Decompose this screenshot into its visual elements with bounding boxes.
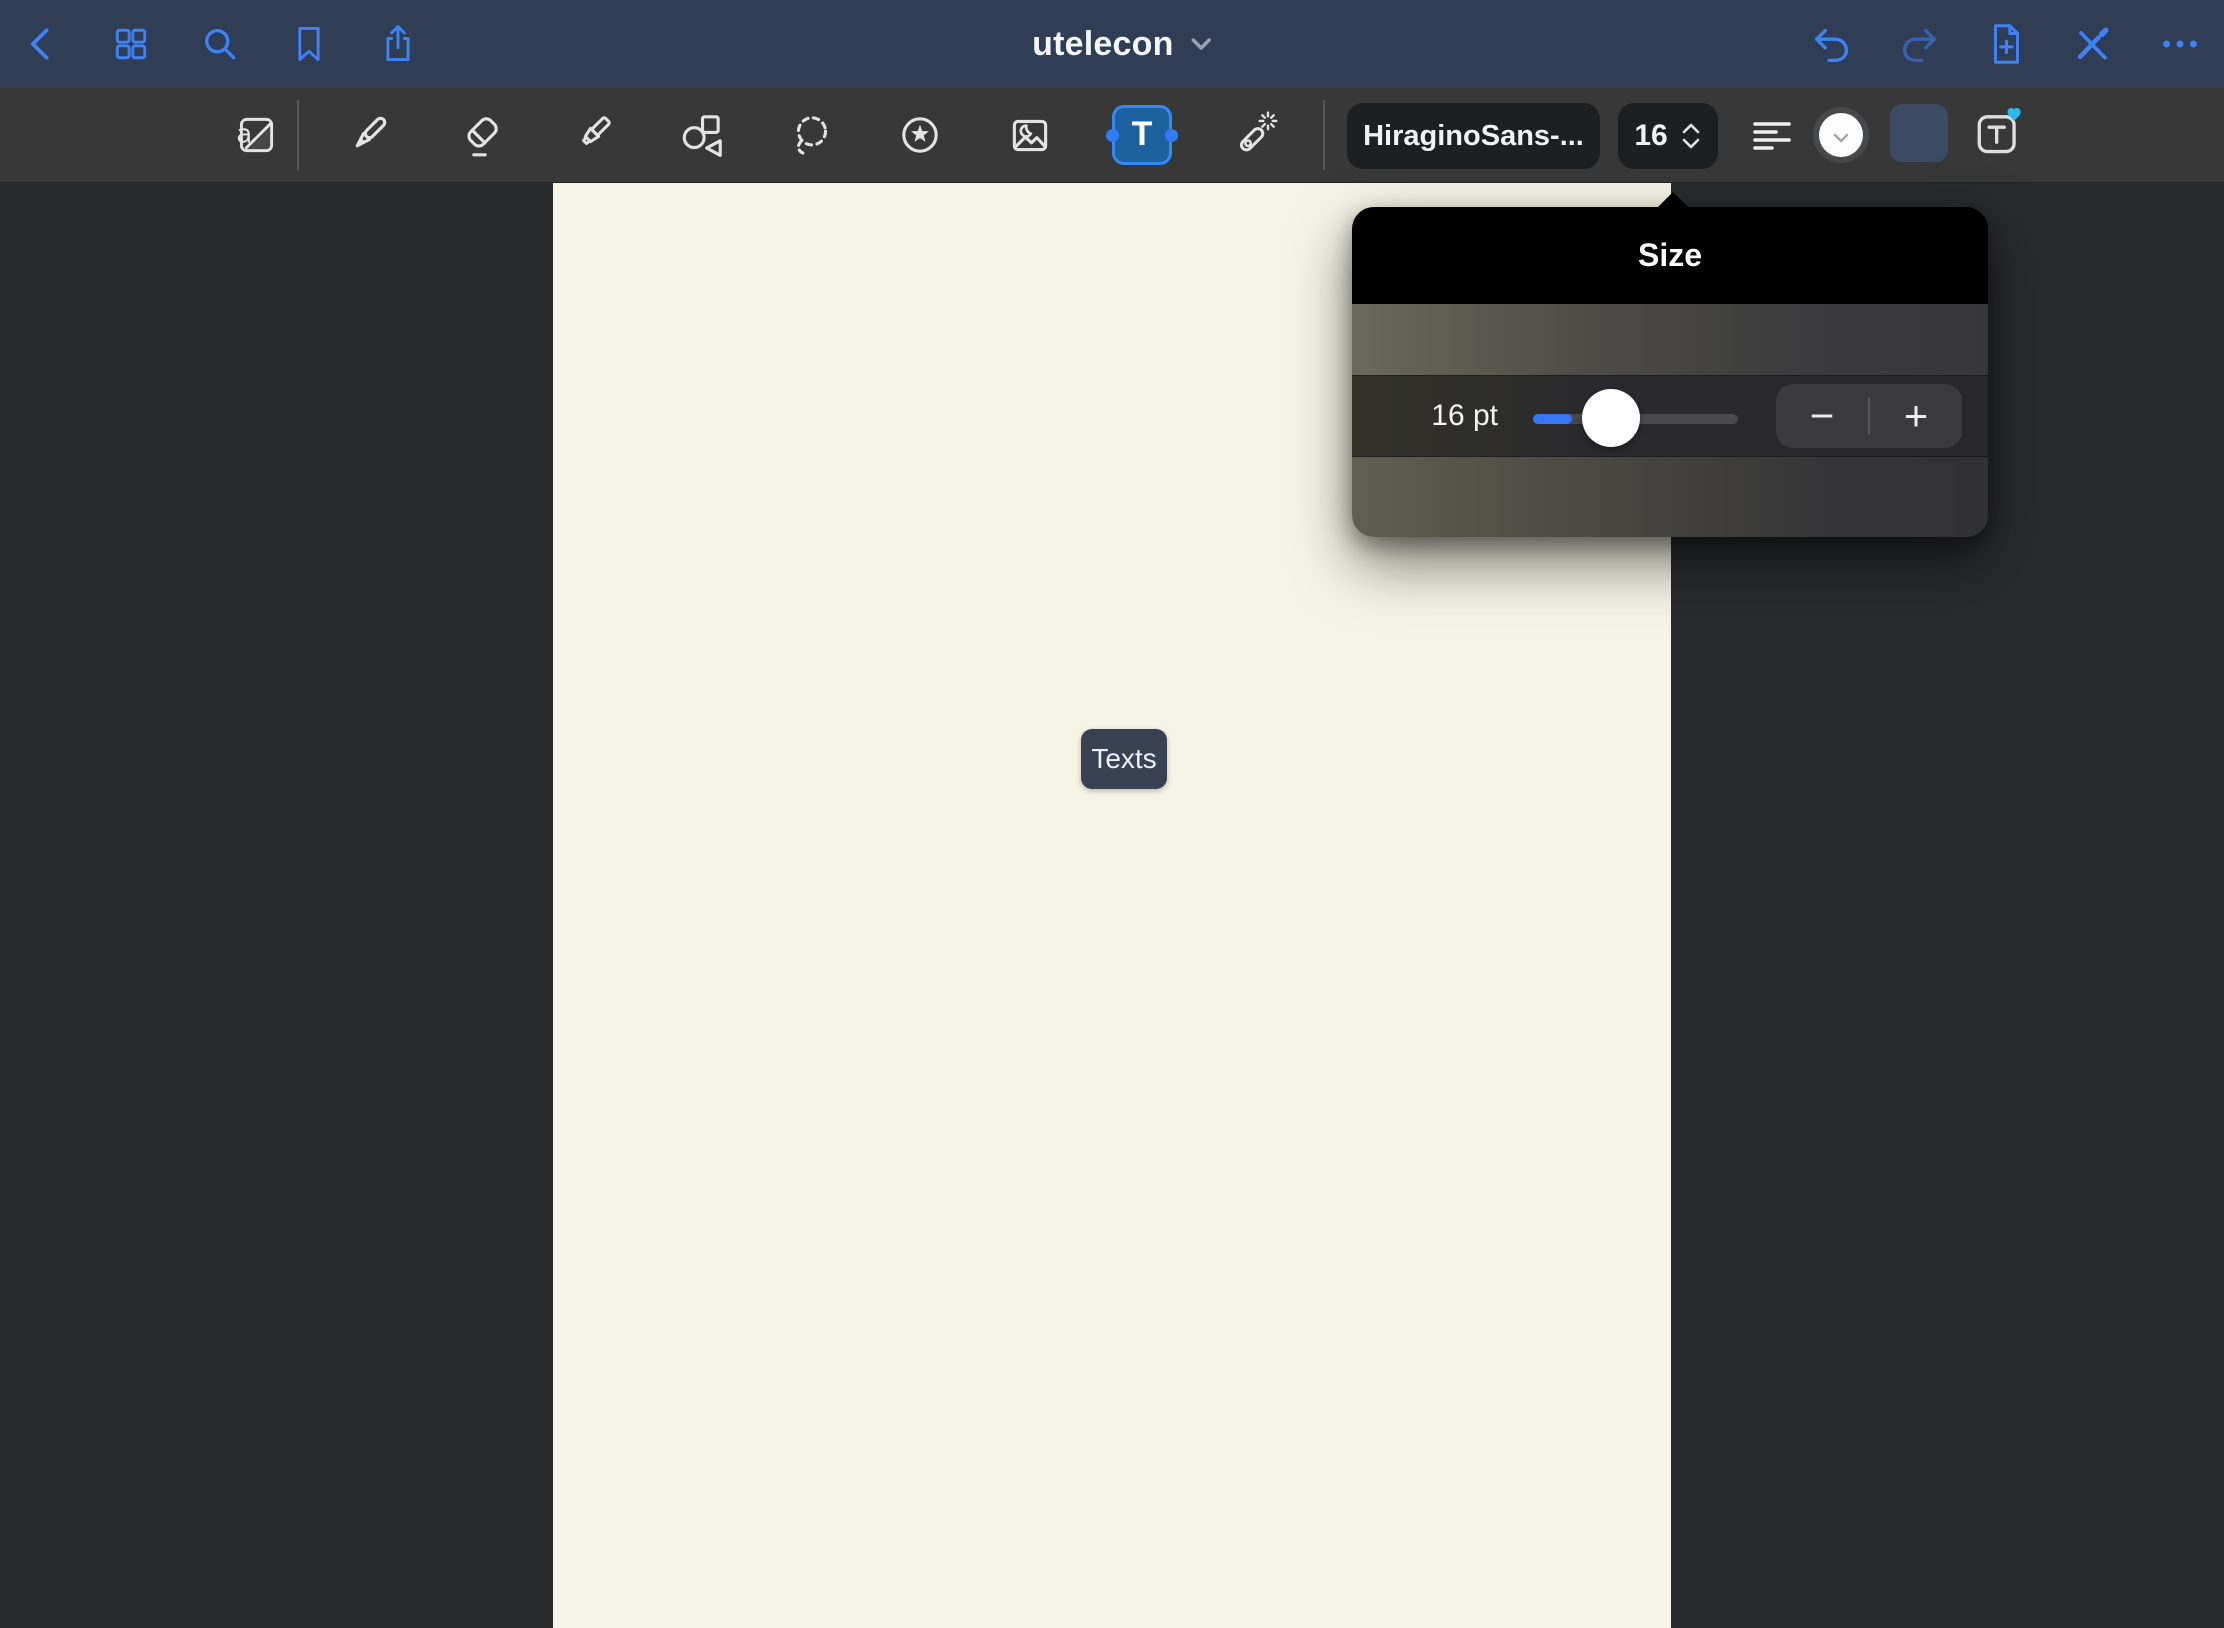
- tool-shapes[interactable]: [674, 107, 730, 163]
- document-title-button[interactable]: utelecon: [1032, 0, 1213, 88]
- tool-image[interactable]: [1002, 107, 1058, 163]
- size-stepper-chevrons-icon: [1680, 121, 1702, 151]
- navbar: utelecon: [0, 0, 2224, 88]
- font-size-button[interactable]: 16: [1618, 103, 1718, 169]
- popover-arrow: [1657, 192, 1689, 208]
- tool-zoom-window[interactable]: a: [228, 107, 284, 163]
- toolbar-divider: [297, 100, 299, 170]
- size-popover-header: Size: [1352, 207, 1988, 304]
- undo-icon: [1809, 21, 1855, 67]
- minus-icon: −: [1810, 392, 1835, 440]
- shapes-icon: [677, 110, 727, 160]
- size-increase-button[interactable]: +: [1870, 384, 1962, 448]
- selected-text-box[interactable]: Texts: [1081, 729, 1167, 789]
- redo-button[interactable]: [1891, 16, 1947, 72]
- size-slider[interactable]: [1533, 376, 1738, 456]
- bookmark-icon: [287, 22, 331, 66]
- zoom-window-icon: a: [231, 110, 281, 160]
- search-button[interactable]: [192, 16, 248, 72]
- back-chevron-icon: [20, 22, 64, 66]
- tool-text[interactable]: T: [1112, 105, 1172, 165]
- toolbar-divider: [1323, 100, 1325, 170]
- add-page-icon: [1983, 21, 2029, 67]
- navbar-left-group: [14, 0, 426, 88]
- laser-pointer-icon: [1231, 110, 1281, 160]
- page-thumbnails-button[interactable]: [103, 16, 159, 72]
- pen-icon: [343, 110, 393, 160]
- size-popover-title: Size: [1638, 237, 1702, 274]
- ellipsis-icon: [2157, 21, 2203, 67]
- share-icon: [376, 22, 420, 66]
- pen-mode-toggle-button[interactable]: [2065, 16, 2121, 72]
- tool-eraser[interactable]: [452, 107, 508, 163]
- text-tool-right-handle: [1165, 129, 1178, 142]
- navbar-right-group: [1804, 0, 2208, 88]
- pencil-cross-icon: [2071, 22, 2115, 66]
- lasso-icon: [787, 110, 837, 160]
- goodnotes-window: utelecon: [0, 0, 2224, 1628]
- bookmark-button[interactable]: [281, 16, 337, 72]
- highlighter-icon: [567, 110, 617, 160]
- text-tool-left-handle: [1106, 129, 1119, 142]
- size-decrease-button[interactable]: −: [1776, 384, 1868, 448]
- back-button[interactable]: [14, 16, 70, 72]
- sticker-star-icon: [895, 110, 945, 160]
- size-popover: Size 16 pt − +: [1352, 207, 1988, 537]
- text-color-button[interactable]: [1813, 107, 1869, 163]
- slider-thumb[interactable]: [1582, 389, 1640, 447]
- add-page-button[interactable]: [1978, 16, 2034, 72]
- undo-button[interactable]: [1804, 16, 1860, 72]
- share-button[interactable]: [370, 16, 426, 72]
- text-align-button[interactable]: [1744, 107, 1800, 163]
- text-tool-letter: T: [1132, 115, 1153, 154]
- slider-fill: [1533, 414, 1572, 424]
- search-icon: [198, 22, 242, 66]
- dimmed-style-button[interactable]: [1890, 104, 1948, 162]
- svg-text:a: a: [236, 119, 252, 149]
- tool-ribbon: a: [0, 88, 2224, 183]
- eraser-icon: [455, 110, 505, 160]
- thumbnails-grid-icon: [109, 22, 153, 66]
- tool-highlighter[interactable]: [564, 107, 620, 163]
- tool-pen[interactable]: [340, 107, 396, 163]
- align-left-icon: [1748, 111, 1796, 159]
- font-family-label: HiraginoSans-...: [1363, 120, 1584, 153]
- tool-elements[interactable]: [892, 107, 948, 163]
- tool-lasso[interactable]: [784, 107, 840, 163]
- font-family-button[interactable]: HiraginoSans-...: [1347, 103, 1600, 169]
- size-stepper: − +: [1776, 384, 1962, 448]
- font-size-value: 16: [1634, 119, 1667, 153]
- redo-icon: [1896, 21, 1942, 67]
- image-icon: [1005, 110, 1055, 160]
- color-swatch-white: [1819, 113, 1863, 157]
- size-value-label: 16 pt: [1398, 376, 1498, 456]
- title-chevron-down-icon: [1190, 36, 1214, 52]
- tool-laser-pointer[interactable]: [1228, 107, 1284, 163]
- popover-lower-band: [1352, 457, 1988, 537]
- swatch-chevron-down-icon: [1832, 132, 1850, 144]
- size-slider-row: 16 pt − +: [1352, 375, 1988, 457]
- plus-icon: +: [1904, 392, 1929, 440]
- popover-upper-band: [1352, 304, 1988, 375]
- text-style-heart-icon: [1970, 104, 2028, 162]
- favorite-text-style-button[interactable]: [1968, 102, 2030, 164]
- more-menu-button[interactable]: [2152, 16, 2208, 72]
- text-box-label: Texts: [1091, 743, 1156, 775]
- document-title: utelecon: [1032, 25, 1173, 64]
